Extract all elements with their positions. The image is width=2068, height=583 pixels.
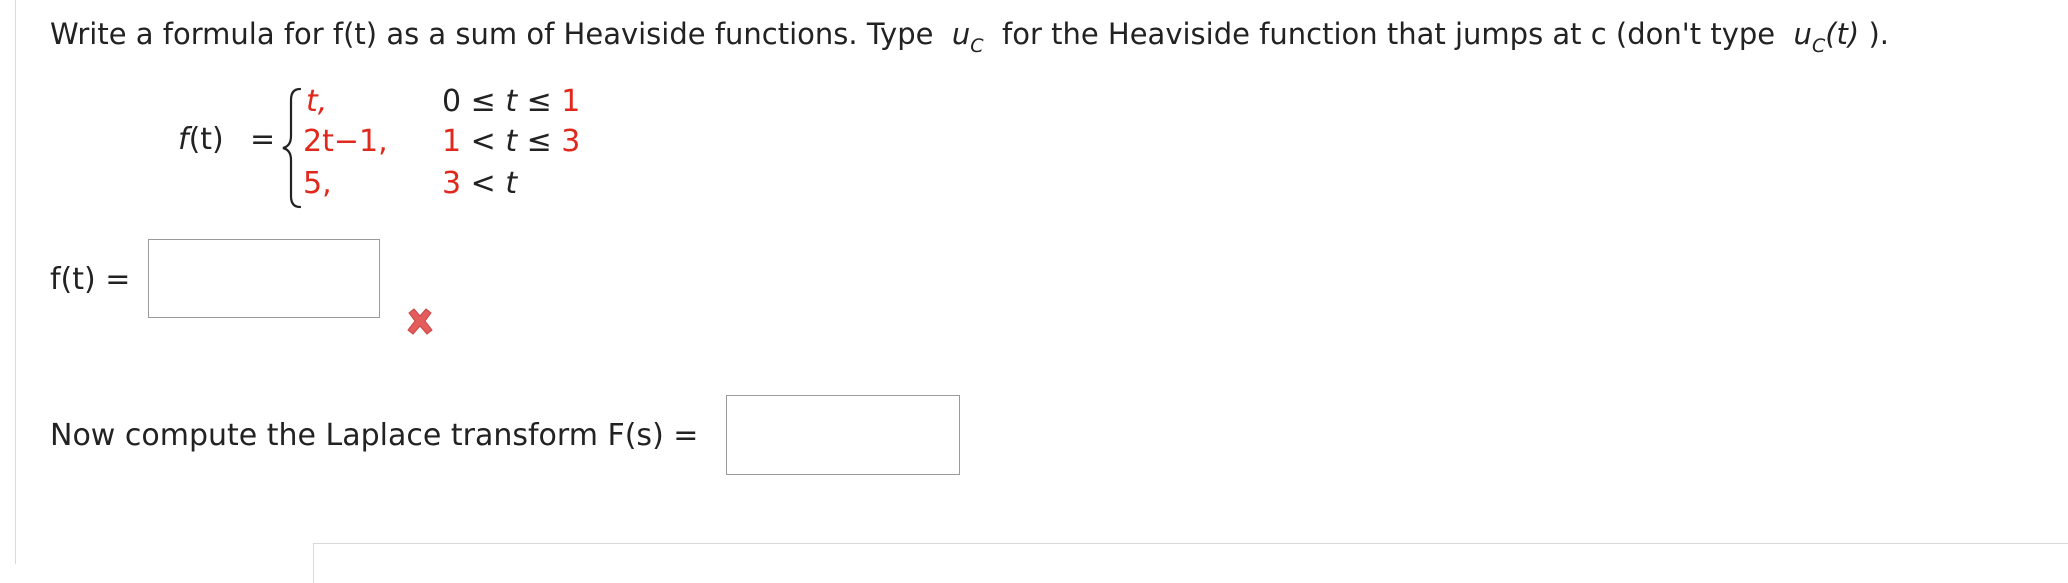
piecewise-equals: =	[250, 122, 276, 157]
uc-symbol: uC	[951, 17, 984, 57]
bottom-panel	[313, 543, 2068, 583]
instructions-part3: ).	[1868, 17, 1889, 51]
left-brace-icon	[282, 87, 302, 209]
piecewise-lhs: f(t)	[178, 122, 224, 157]
instructions-part2: for the Heaviside function that jumps at…	[1002, 17, 1776, 51]
piecewise-cond-3: 3 < t	[442, 166, 518, 201]
piecewise-expr-1: t,	[306, 84, 328, 119]
piecewise-cond-1: 0 ≤ t ≤ 1	[442, 84, 581, 119]
piecewise-cond-2: 1 < t ≤ 3	[442, 124, 581, 159]
page-left-border	[15, 0, 16, 564]
heaviside-answer-input[interactable]	[148, 239, 380, 318]
laplace-answer-input[interactable]	[726, 395, 960, 475]
piecewise-row-3: 5,	[303, 166, 332, 201]
piecewise-row-2: 2t−1,	[303, 124, 388, 159]
piecewise-expr-2: 2t−1,	[303, 124, 388, 159]
x-mark-icon	[407, 308, 433, 335]
uct-symbol: uC(t)	[1793, 17, 1860, 57]
laplace-label: Now compute the Laplace transform F(s) =	[50, 418, 699, 453]
instructions-part1: Write a formula for f(t) as a sum of Hea…	[50, 17, 934, 51]
piecewise-row-1: t,	[306, 84, 327, 119]
question-instructions: Write a formula for f(t) as a sum of Hea…	[50, 14, 1889, 66]
piecewise-expr-3: 5,	[303, 166, 332, 201]
answer-label: f(t) =	[50, 262, 131, 297]
